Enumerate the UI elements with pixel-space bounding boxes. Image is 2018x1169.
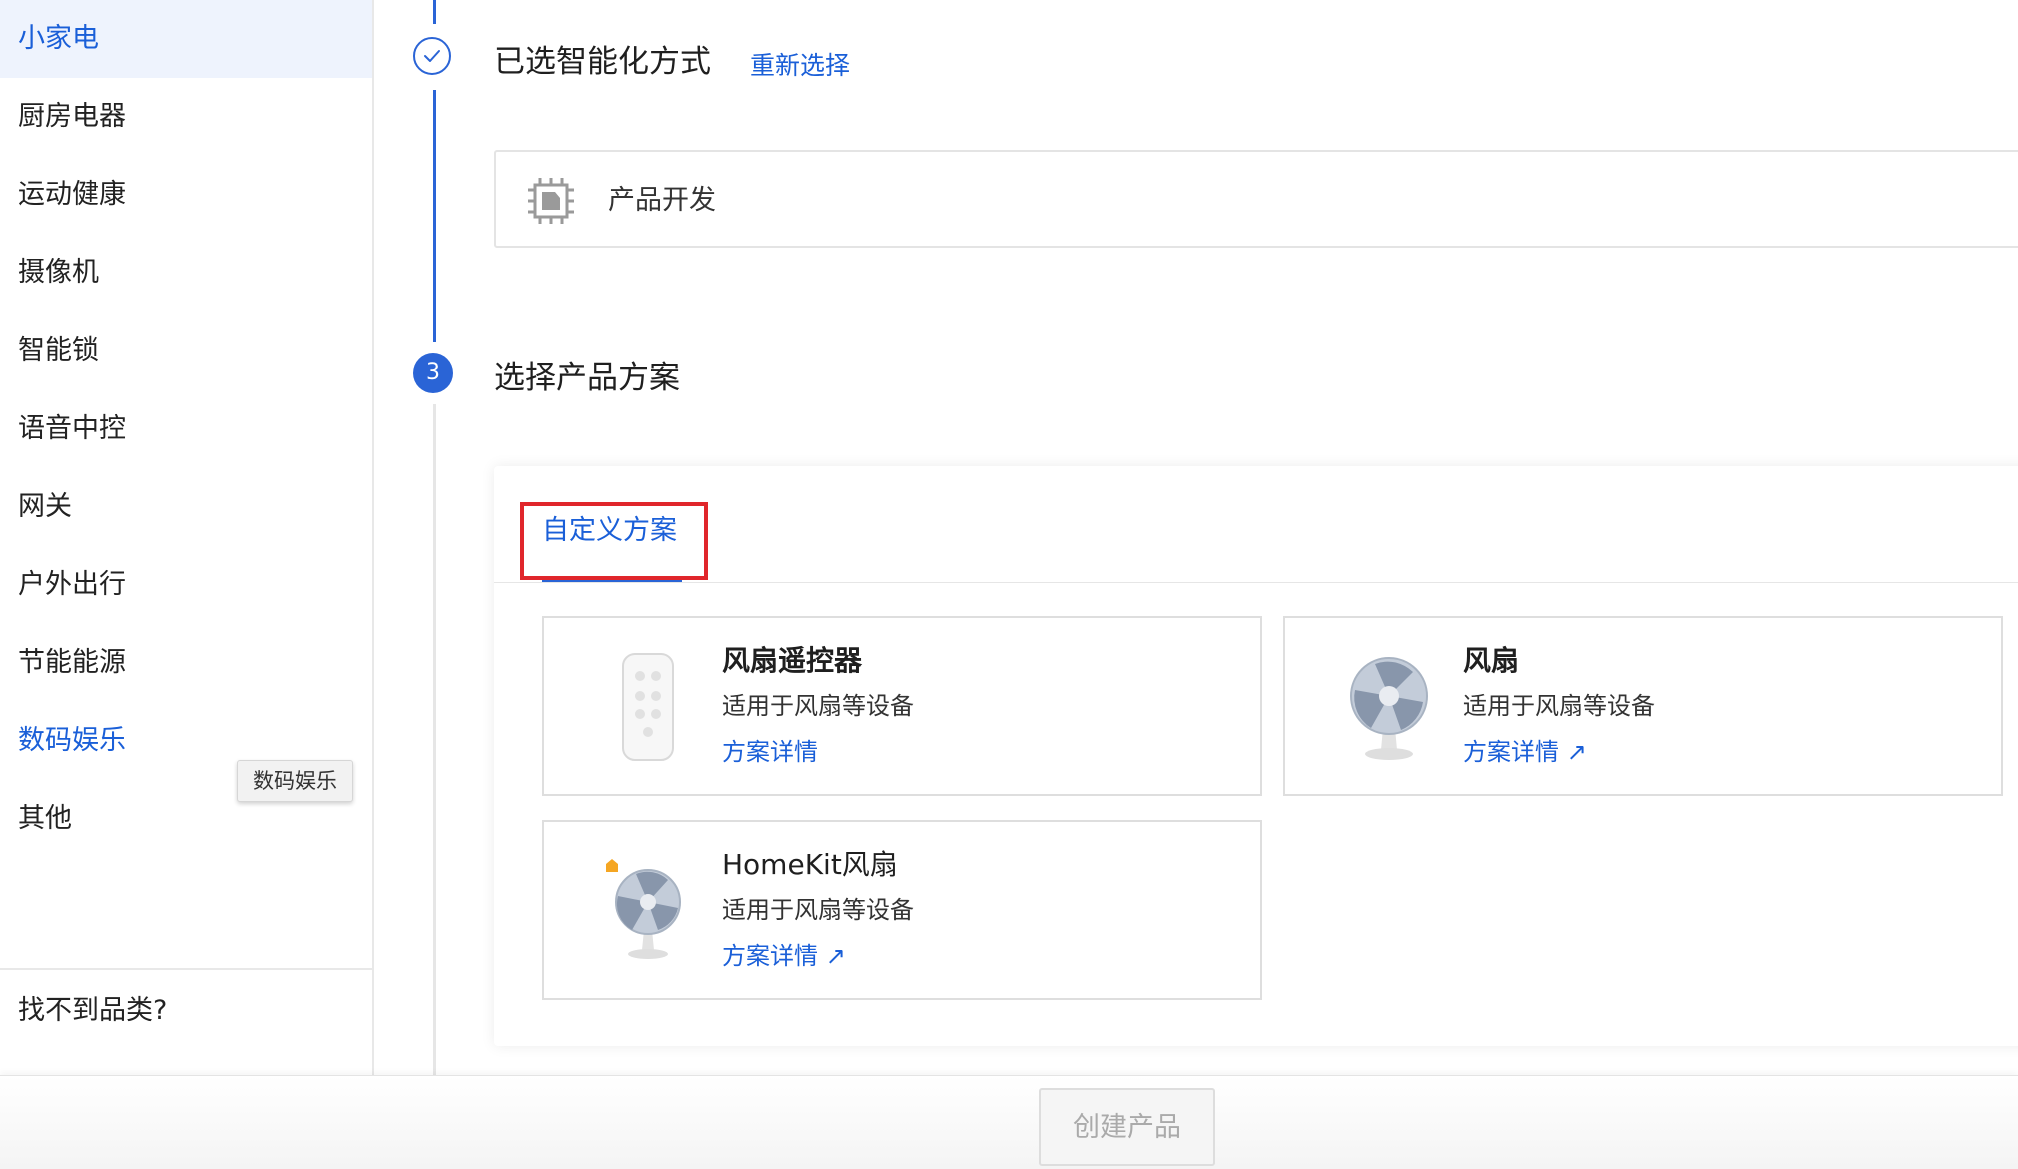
create-product-button[interactable]: 创建产品 bbox=[1039, 1088, 1215, 1166]
remote-control-image bbox=[588, 646, 708, 766]
reselect-link[interactable]: 重新选择 bbox=[750, 41, 850, 91]
external-link-icon: ↗ bbox=[825, 942, 846, 970]
sidebar-tooltip: 数码娱乐 bbox=[237, 760, 353, 802]
homekit-fan-image bbox=[588, 850, 708, 970]
external-link-icon: ↗ bbox=[1566, 738, 1587, 766]
card-description: 适用于风扇等设备 bbox=[722, 692, 914, 720]
chip-icon bbox=[526, 176, 576, 226]
scheme-card-fan[interactable]: 风扇 适用于风扇等设备 方案详情 ↗ bbox=[1283, 616, 2003, 796]
category-sidebar: 小家电 厨房电器 运动健康 摄像机 智能锁 语音中控 网关 户外出行 节能能源 … bbox=[0, 0, 374, 1075]
tab-bar-border bbox=[494, 582, 2018, 583]
step-number-badge: 3 bbox=[413, 353, 453, 393]
timeline-line-top bbox=[433, 0, 436, 24]
sidebar-item-smart-lock[interactable]: 智能锁 bbox=[0, 312, 372, 390]
sidebar-item-small-appliances[interactable]: 小家电 bbox=[0, 0, 372, 78]
card-title: 风扇 bbox=[1463, 644, 1520, 677]
step-done-title: 已选智能化方式 bbox=[494, 44, 711, 80]
selected-method-label: 产品开发 bbox=[608, 185, 716, 216]
sidebar-item-outdoor[interactable]: 户外出行 bbox=[0, 546, 372, 624]
sidebar-item-kitchen[interactable]: 厨房电器 bbox=[0, 78, 372, 156]
card-title: HomeKit风扇 bbox=[722, 848, 898, 881]
scheme-panel: 自定义方案 风扇遥控器 适用于风扇等设备 方案详情 风扇 适用于风扇等设备 方案… bbox=[494, 466, 2018, 1046]
scheme-card-homekit-fan[interactable]: HomeKit风扇 适用于风扇等设备 方案详情 ↗ bbox=[542, 820, 1262, 1000]
scheme-detail-link-label: 方案详情 bbox=[722, 942, 818, 970]
sidebar-item-voice-control[interactable]: 语音中控 bbox=[0, 390, 372, 468]
sidebar-item-energy[interactable]: 节能能源 bbox=[0, 624, 372, 702]
highlight-frame bbox=[520, 502, 708, 580]
fan-image bbox=[1329, 646, 1449, 766]
sidebar-divider bbox=[0, 968, 372, 970]
scheme-detail-link[interactable]: 方案详情 ↗ bbox=[722, 934, 846, 978]
bottom-action-bar: 创建产品 bbox=[0, 1075, 2018, 1169]
card-description: 适用于风扇等设备 bbox=[1463, 692, 1655, 720]
scheme-card-fan-remote[interactable]: 风扇遥控器 适用于风扇等设备 方案详情 bbox=[542, 616, 1262, 796]
step3-title: 选择产品方案 bbox=[494, 360, 680, 396]
sidebar-item-camera[interactable]: 摄像机 bbox=[0, 234, 372, 312]
timeline-line-bottom bbox=[433, 404, 436, 1075]
selected-method-box: 产品开发 bbox=[494, 150, 2018, 248]
sidebar-item-sports-health[interactable]: 运动健康 bbox=[0, 156, 372, 234]
scheme-detail-link-label: 方案详情 bbox=[1463, 738, 1559, 766]
card-description: 适用于风扇等设备 bbox=[722, 896, 914, 924]
check-circle-icon bbox=[413, 37, 451, 75]
timeline-line-middle bbox=[433, 90, 436, 342]
scheme-detail-link[interactable]: 方案详情 bbox=[722, 730, 818, 774]
scheme-detail-link-label: 方案详情 bbox=[722, 738, 818, 766]
scheme-detail-link[interactable]: 方案详情 ↗ bbox=[1463, 730, 1587, 774]
sidebar-item-gateway[interactable]: 网关 bbox=[0, 468, 372, 546]
category-not-found-link[interactable]: 找不到品类? bbox=[18, 986, 167, 1036]
card-title: 风扇遥控器 bbox=[722, 644, 863, 677]
